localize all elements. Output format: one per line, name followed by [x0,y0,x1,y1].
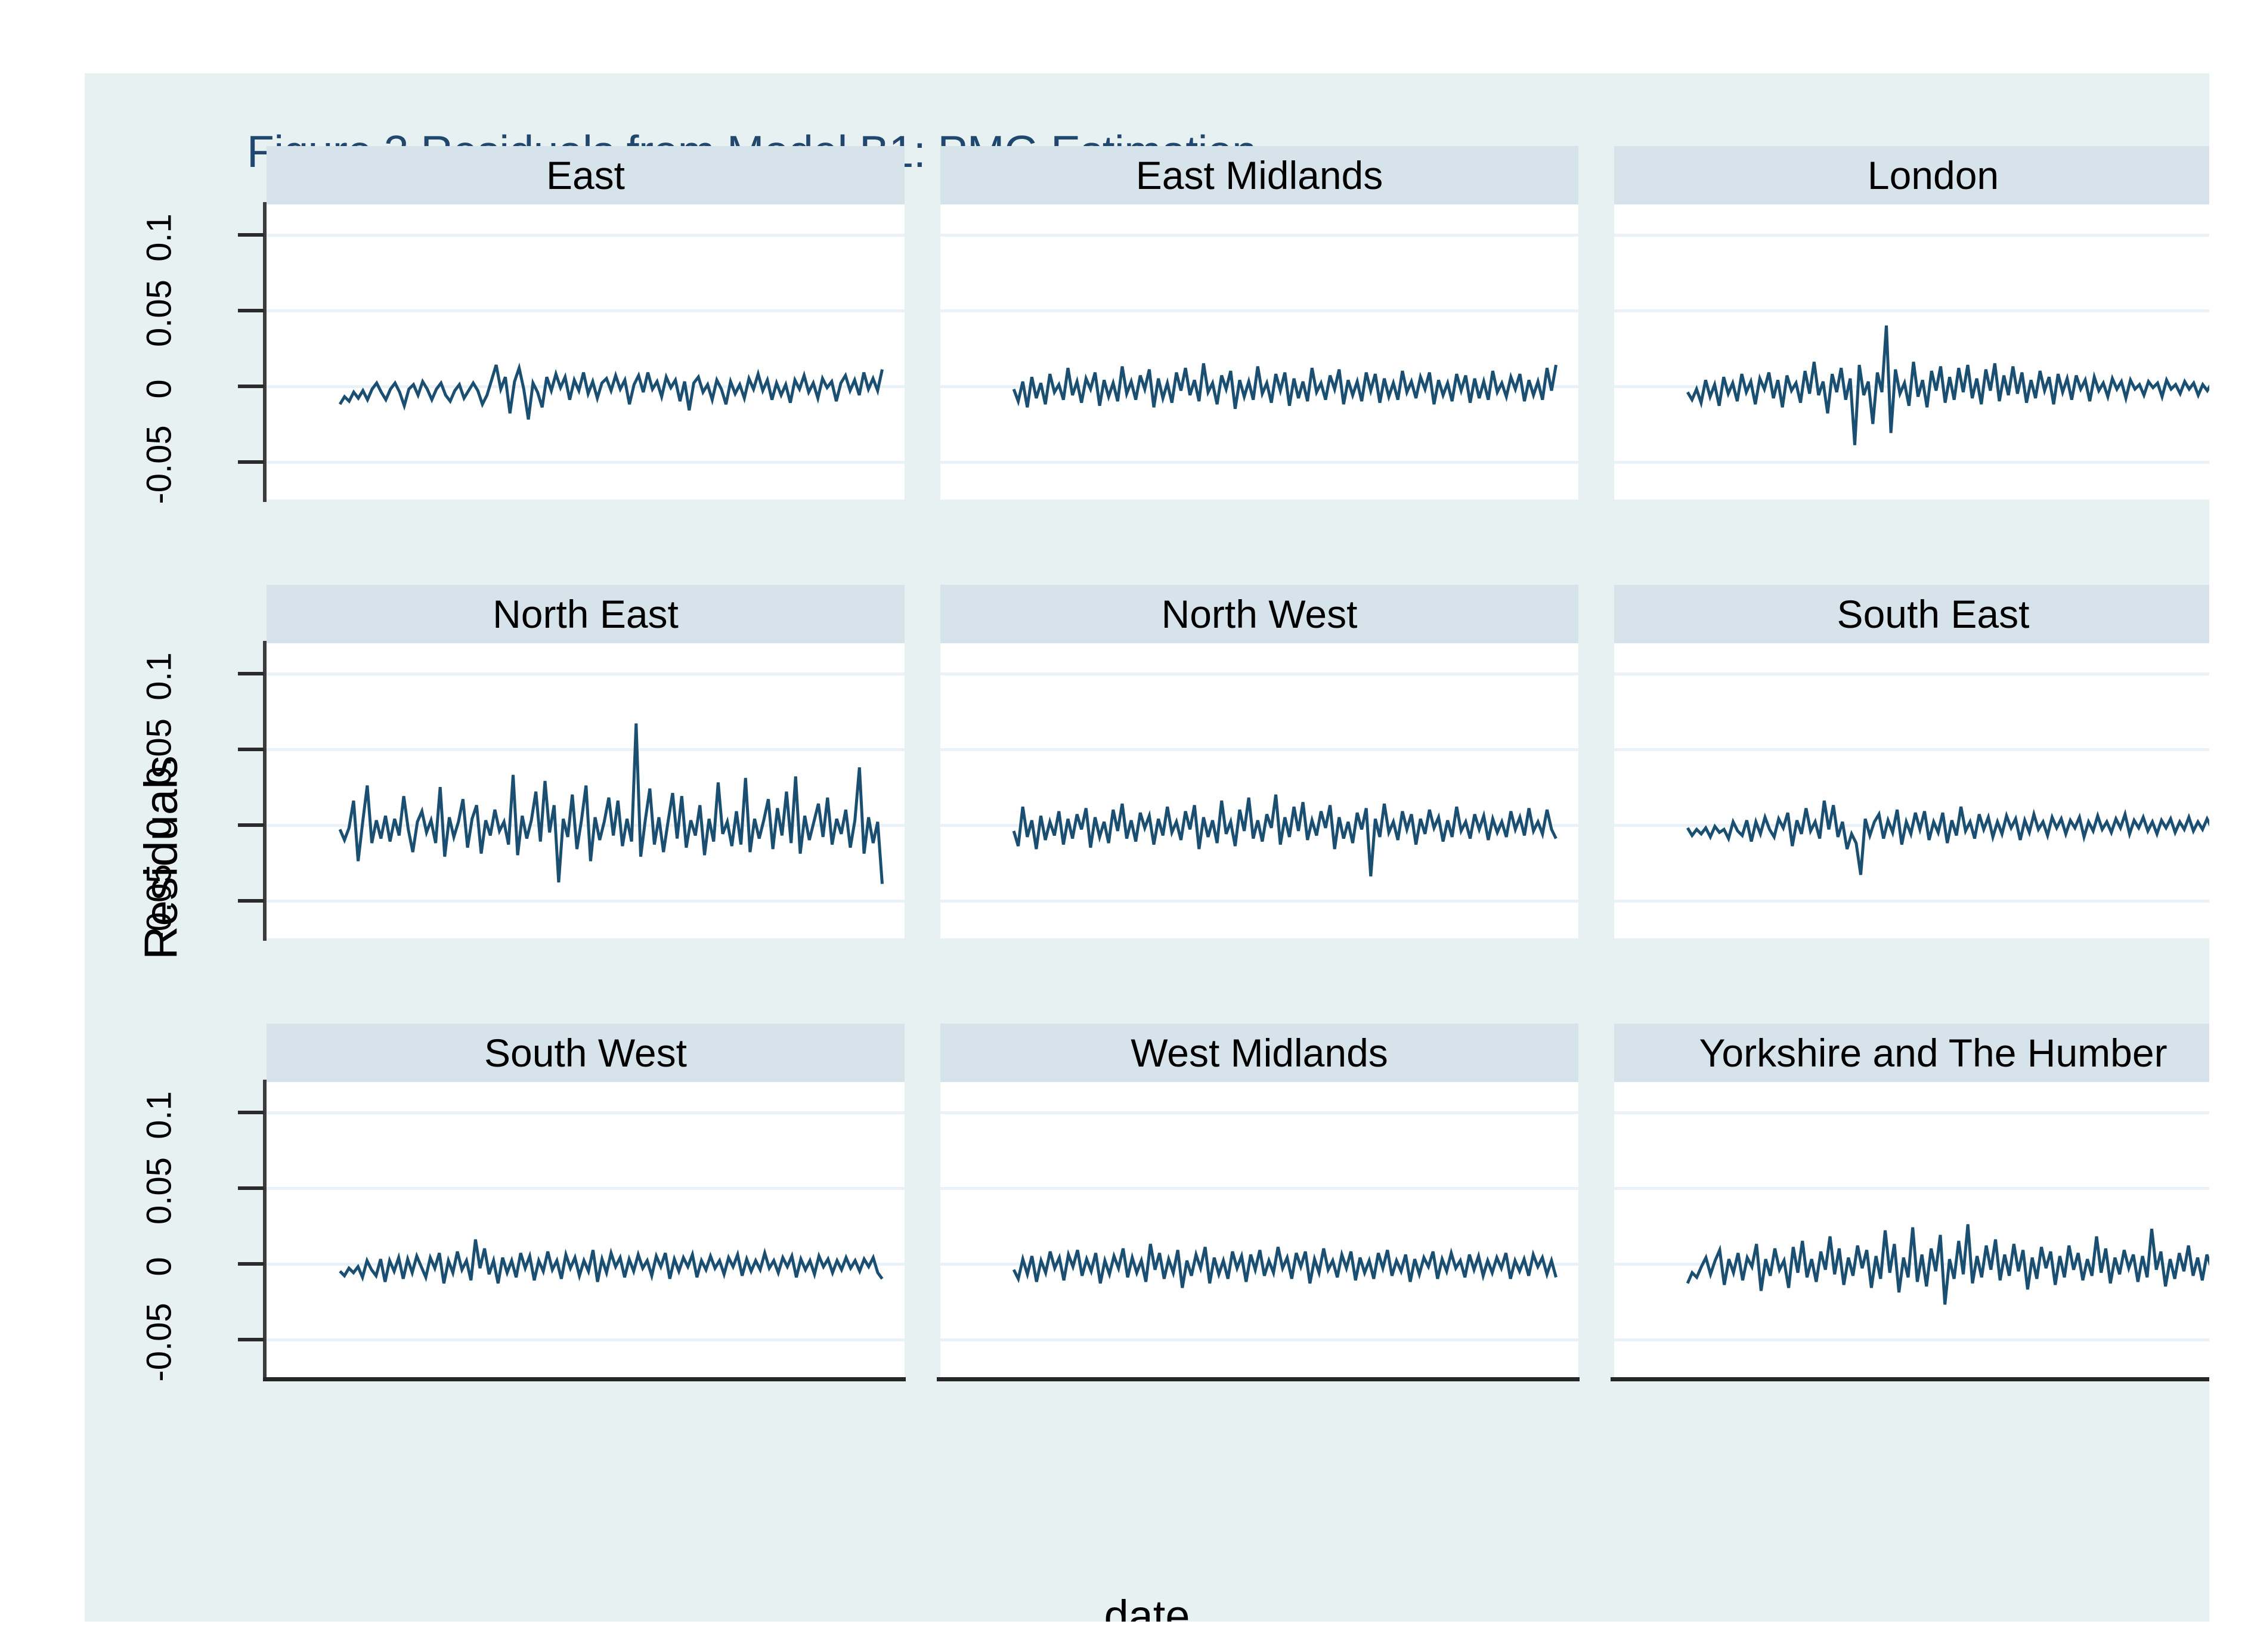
panel-title: West Midlands [940,1024,1578,1082]
y-axis-line [263,202,267,502]
panel-title: North West [940,585,1578,643]
x-axis-title: date [1104,1591,1190,1622]
y-axis-tick [238,233,264,237]
panel-yorkshire-and-the-humber: Yorkshire and The Humber [1611,951,2209,1390]
series-line [1686,800,2209,875]
panel-title: London [1614,146,2209,204]
series-line [339,1239,884,1284]
panel-south-west: South West 0.1 0.05 0 -0.05 [140,951,906,1390]
residual-series [1686,800,2209,875]
figure-canvas: Figure 3 Residuals from Model B1: PMG Es… [85,73,2209,1622]
y-axis-tick [238,671,264,675]
y-axis-tick [238,898,264,903]
panel-london: London [1614,73,2209,512]
panel-title: East [267,146,905,204]
panel-title: South East [1614,585,2209,643]
plot-area [1614,643,2209,938]
residual-series [1012,1244,1558,1288]
plot-area [267,1082,905,1377]
plot-area [1614,204,2209,500]
y-axis-tick [238,1110,264,1114]
panel-east: East 0.1 0.05 0 -0.05 [140,73,905,512]
y-axis-line [263,1080,267,1380]
series-line [1012,1244,1558,1288]
residual-series [339,1239,884,1284]
series-line [1012,363,1558,410]
panel-title: Yorkshire and The Humber [1614,1024,2209,1082]
y-axis-tick-label: -0.05 [140,1302,179,1382]
residual-series [1012,794,1558,877]
y-axis-tick-label: -0.05 [140,424,179,504]
plot-area [940,204,1578,500]
plot-area [1614,1082,2209,1377]
y-axis-tick [238,308,264,312]
panel-south-east: South East [1614,512,2209,951]
plot-area [267,643,905,938]
series-line [1686,325,2209,445]
residual-series [338,362,884,420]
residual-series [1686,1224,2209,1305]
panel-title: North East [267,585,905,643]
series-line [1012,794,1558,877]
x-axis-line [937,1377,1580,1381]
plot-area [940,1082,1578,1377]
y-axis-tick [238,1337,264,1341]
residual-series [1012,363,1558,410]
plot-area [267,204,905,500]
panel-title: South West [267,1024,905,1082]
panel-west-midlands: West Midlands [937,951,1580,1390]
y-axis-tick [238,1186,264,1190]
x-axis-line [263,1377,906,1381]
y-axis-tick [238,1262,264,1266]
series-line [338,362,884,420]
y-axis-tick-label: -0.05 [140,863,179,943]
series-line [1686,1224,2209,1305]
panel-north-west: North West [940,512,1578,951]
panel-east-midlands: East Midlands [940,73,1578,512]
y-axis-tick [238,460,264,464]
y-axis-tick [238,384,264,388]
panel-north-east: North East 0.1 0.05 0 -0.05 [140,512,905,951]
y-axis-tick [238,747,264,751]
plot-area [940,643,1578,938]
y-axis-line [263,641,267,941]
residual-series [338,723,884,884]
x-axis-line [1611,1377,2209,1381]
panel-title: East Midlands [940,146,1578,204]
series-line [338,723,884,884]
y-axis-tick [238,823,264,827]
residual-series [1686,325,2209,445]
